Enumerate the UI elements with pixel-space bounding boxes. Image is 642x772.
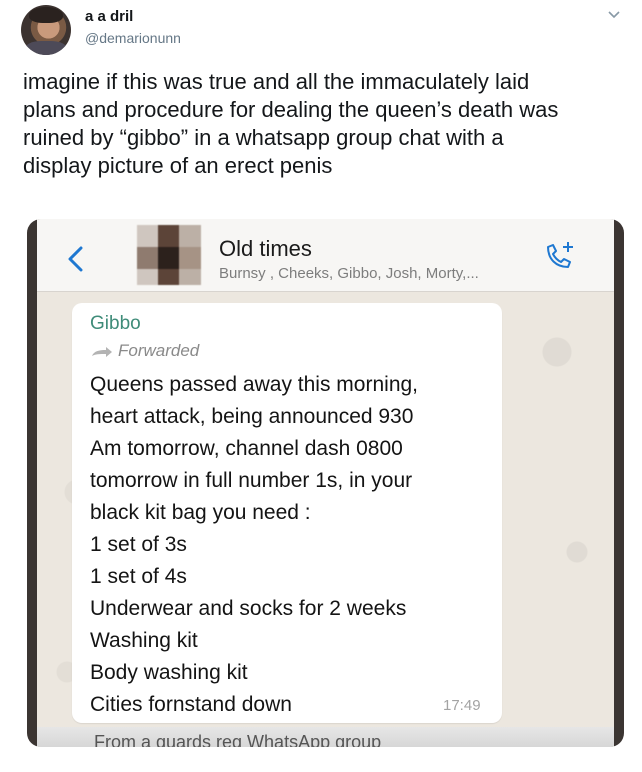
message-line: Underwear and socks for 2 weeks: [90, 597, 407, 620]
back-chevron-icon: [68, 246, 83, 272]
avatar[interactable]: [21, 5, 71, 55]
group-avatar-pixelated: [137, 225, 201, 285]
forwarded-text: Forwarded: [118, 341, 200, 360]
group-members: Burnsy , Cheeks, Gibbo, Josh, Morty,...: [219, 265, 479, 282]
message-line: Washing kit: [90, 629, 198, 652]
message-line: 1 set of 4s: [90, 565, 187, 588]
message-line: Body washing kit: [90, 661, 248, 684]
message-line: black kit bag you need :: [90, 501, 311, 524]
tweet-image[interactable]: Old times Burnsy , Cheeks, Gibbo, Josh, …: [27, 219, 624, 747]
forwarded-label: Forwarded: [90, 341, 199, 361]
caption-strip: From a guards reg WhatsApp group: [37, 727, 614, 747]
message-line: tomorrow in full number 1s, in your: [90, 469, 413, 492]
whatsapp-screen: Old times Burnsy , Cheeks, Gibbo, Josh, …: [37, 219, 614, 747]
message-body: Queens passed away this morning, heart a…: [90, 369, 495, 721]
message-line: 1 set of 3s: [90, 533, 187, 556]
group-title: Old times: [219, 236, 312, 261]
chat-header: Old times Burnsy , Cheeks, Gibbo, Josh, …: [37, 219, 614, 292]
message-line: Am tomorrow, channel dash 0800: [90, 437, 403, 460]
message-line: Cities fornstand down: [90, 693, 292, 716]
image-caption: From a guards reg WhatsApp group: [94, 732, 382, 747]
avatar-shirt: [25, 41, 67, 55]
message-timestamp: 17:49: [443, 697, 481, 714]
add-call-icon: [547, 242, 573, 268]
message-line: Queens passed away this morning,: [90, 373, 419, 396]
caret-down-icon[interactable]: [607, 10, 621, 20]
tweet-header: a a dril @demarionunn: [0, 0, 642, 62]
avatar-hair: [29, 7, 63, 23]
message-bubble: Gibbo Forwarded Queens passed away this …: [72, 303, 502, 723]
display-name[interactable]: a a dril: [85, 8, 133, 25]
message-line: heart attack, being announced 930: [90, 405, 414, 428]
forward-arrow-icon: [92, 346, 112, 357]
user-handle[interactable]: @demarionunn: [85, 30, 181, 46]
message-sender: Gibbo: [90, 313, 141, 334]
tweet-text: imagine if this was true and all the imm…: [23, 69, 559, 178]
